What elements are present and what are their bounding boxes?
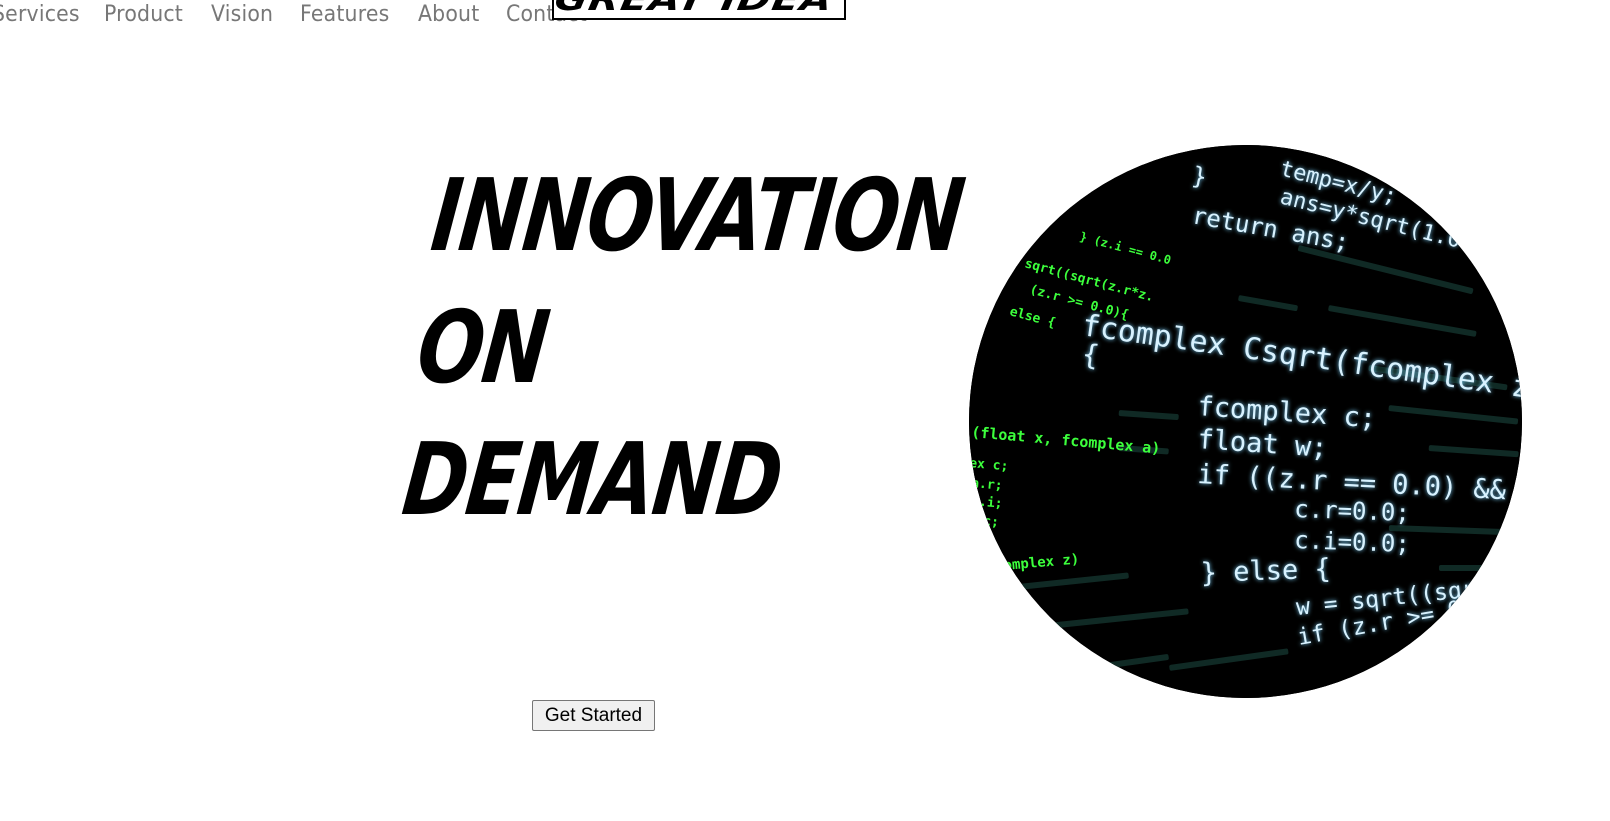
code-image: } (z.i == 0.0 sqrt((sqrt(z.r*z. (z.r >= 0.…	[969, 145, 1522, 698]
get-started-button[interactable]: Get Started	[532, 700, 655, 731]
logo-text: GREAT IDEA	[554, 0, 837, 18]
code-line: c.r=0.0;	[1294, 495, 1411, 527]
hero-line-2: ON	[411, 289, 554, 406]
nav-about[interactable]: About	[418, 2, 479, 27]
top-nav: Services Product Vision Features About C…	[0, 0, 615, 32]
hero-line-3: DEMAND	[397, 421, 787, 538]
code-line-green: a.i;	[971, 494, 1004, 512]
nav-services[interactable]: Services	[0, 2, 80, 27]
nav-product[interactable]: Product	[104, 2, 183, 27]
code-line-green: c;	[983, 514, 1000, 530]
nav-features[interactable]: Features	[300, 2, 389, 27]
faded-code-line	[1439, 565, 1519, 571]
nav-vision[interactable]: Vision	[211, 2, 273, 27]
page: Services Product Vision Features About C…	[0, 0, 1610, 821]
code-line-green: a.r;	[971, 476, 1004, 494]
code-line: } else {	[1200, 553, 1331, 589]
hero-line-1: INNOVATION	[426, 157, 969, 274]
hero-headline: INNOVATION ON DEMAND	[397, 150, 970, 546]
code-image-svg: } (z.i == 0.0sqrt((sqrt(z.r*z.(z.r >= 0.…	[969, 145, 1522, 698]
logo[interactable]: GREAT IDEA	[552, 0, 846, 20]
